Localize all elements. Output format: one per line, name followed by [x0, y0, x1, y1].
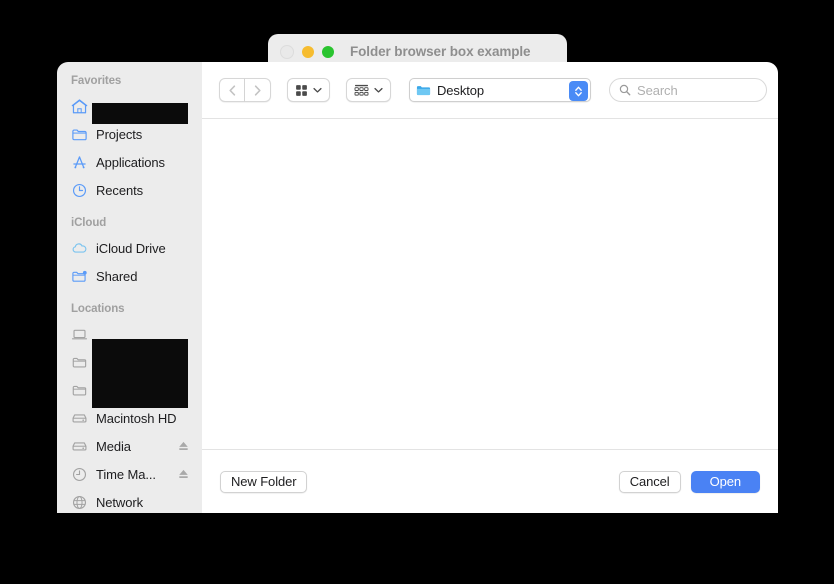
- laptop-icon: [70, 325, 89, 344]
- icon-view-button[interactable]: [287, 78, 330, 102]
- sidebar-spacer-locations: [57, 290, 202, 298]
- window-title: Folder browser box example: [350, 44, 530, 59]
- file-list-area[interactable]: [202, 119, 778, 449]
- sidebar-item-recents[interactable]: Recents: [57, 176, 202, 204]
- search-field[interactable]: [609, 78, 767, 102]
- sidebar-top-spacer: [57, 62, 202, 70]
- file-dialog-panel: Desktop New Folder Cancel Open: [202, 62, 778, 513]
- sidebar-item-macintosh-hd[interactable]: Macintosh HD: [57, 404, 202, 432]
- toolbar: Desktop: [202, 62, 778, 118]
- cloud-icon: [70, 239, 89, 258]
- sidebar-item-projects[interactable]: Projects: [57, 120, 202, 148]
- sidebar-section-locations: Locations: [57, 298, 202, 320]
- chevron-left-icon: [228, 85, 237, 96]
- sidebar-item-label: Applications: [96, 155, 165, 170]
- grid-view-icon: [295, 84, 308, 97]
- path-popup-button[interactable]: Desktop: [409, 78, 591, 102]
- new-folder-button[interactable]: New Folder: [220, 471, 307, 493]
- sidebar-item-label: Network: [96, 495, 143, 510]
- search-input[interactable]: [637, 83, 745, 98]
- group-view-icon: [354, 84, 369, 97]
- open-button[interactable]: Open: [691, 471, 760, 493]
- sidebar-item-applications[interactable]: Applications: [57, 148, 202, 176]
- sidebar-item-icloud-drive[interactable]: iCloud Drive: [57, 234, 202, 262]
- sidebar-item-label: Recents: [96, 183, 143, 198]
- search-icon: [619, 84, 631, 96]
- globe-icon: [70, 493, 89, 512]
- screen: Folder browser box example Favorites Pro…: [0, 0, 834, 584]
- close-button-icon[interactable]: [280, 45, 294, 59]
- eject-icon[interactable]: [177, 440, 190, 453]
- zoom-button-icon[interactable]: [322, 46, 334, 58]
- blue-folder-icon: [416, 83, 431, 98]
- clock-icon: [70, 181, 89, 200]
- chevron-right-icon: [253, 85, 262, 96]
- harddisk-icon: [70, 437, 89, 456]
- back-button[interactable]: [219, 78, 245, 102]
- shared-folder-icon: [70, 267, 89, 286]
- sidebar-section-icloud: iCloud: [57, 212, 202, 234]
- folder-icon: [70, 125, 89, 144]
- sidebar-item-label: Macintosh HD: [96, 411, 176, 426]
- chevron-down-icon: [313, 87, 322, 94]
- redacted-locations-labels: [92, 339, 188, 408]
- harddisk-icon: [70, 409, 89, 428]
- sidebar-item-time-machine[interactable]: Time Ma...: [57, 460, 202, 488]
- timemachine-icon: [70, 465, 89, 484]
- cancel-button[interactable]: Cancel: [619, 471, 681, 493]
- sidebar-item-label: Shared: [96, 269, 137, 284]
- forward-button[interactable]: [245, 78, 271, 102]
- sidebar-item-label: Media: [96, 439, 131, 454]
- path-popup-stepper-icon[interactable]: [569, 81, 588, 101]
- sidebar-item-label: iCloud Drive: [96, 241, 166, 256]
- sidebar-item-label: Projects: [96, 127, 142, 142]
- footer-actions: Cancel Open: [619, 471, 760, 493]
- sidebar-item-network[interactable]: Network: [57, 488, 202, 513]
- sidebar-item-shared[interactable]: Shared: [57, 262, 202, 290]
- folder-outline-icon: [70, 353, 89, 372]
- home-icon: [70, 97, 89, 116]
- minimize-button-icon[interactable]: [302, 46, 314, 58]
- applications-icon: [70, 153, 89, 172]
- sidebar[interactable]: Favorites Projects Applications Recents: [57, 62, 202, 513]
- path-popup-label: Desktop: [437, 83, 484, 98]
- sidebar-spacer-icloud: [57, 204, 202, 212]
- sidebar-item-media[interactable]: Media: [57, 432, 202, 460]
- folder-outline-icon: [70, 381, 89, 400]
- navigation-segmented-control[interactable]: [219, 78, 271, 102]
- redacted-home-label: [92, 103, 188, 124]
- group-view-button[interactable]: [346, 78, 391, 102]
- sidebar-item-label: Time Ma...: [96, 467, 156, 482]
- sidebar-section-favorites: Favorites: [57, 70, 202, 92]
- eject-icon[interactable]: [177, 468, 190, 481]
- traffic-lights: [280, 45, 334, 59]
- chevron-down-icon: [374, 87, 383, 94]
- dialog-footer: New Folder Cancel Open: [202, 450, 778, 513]
